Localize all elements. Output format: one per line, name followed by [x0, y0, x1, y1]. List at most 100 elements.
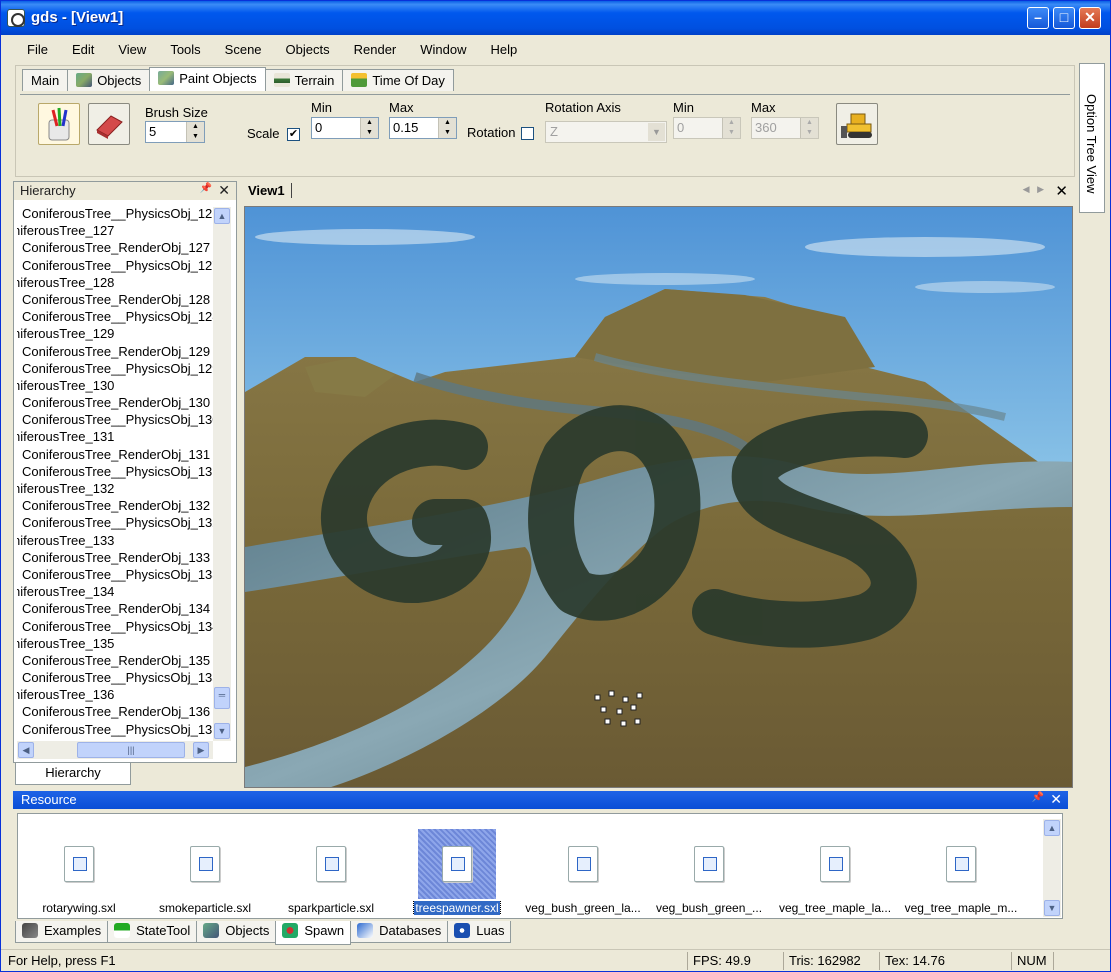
tree-item[interactable]: ConiferousTree_RenderObj_128 — [17, 291, 231, 308]
resource-file[interactable]: treespawner.sxl — [398, 826, 516, 918]
rotation-axis-select[interactable]: Z ▼ — [545, 121, 667, 143]
bottom-tab-luas[interactable]: Luas — [447, 921, 512, 943]
bottom-tab-spawn[interactable]: Spawn — [275, 921, 352, 945]
tree-item[interactable]: ConiferousTree__PhysicsObj_127 — [17, 257, 231, 274]
hierarchy-tree[interactable]: ConiferousTree__PhysicsObj_126 niferousTr… — [17, 205, 231, 741]
scroll-up-icon[interactable]: ▲ — [214, 208, 230, 224]
title-bar[interactable]: gds - [View1] – □ ✕ — [1, 1, 1110, 35]
tab-terrain[interactable]: Terrain — [264, 69, 344, 91]
tree-item[interactable]: niferousTree_130 — [17, 377, 231, 394]
scale-min-spinner[interactable]: 0 ▲ ▼ — [311, 117, 379, 139]
tree-item[interactable]: ConiferousTree_RenderObj_129 — [17, 343, 231, 360]
tree-item[interactable]: ConiferousTree_RenderObj_134 — [17, 600, 231, 617]
scroll-right-icon[interactable]: ▶ — [193, 742, 209, 758]
resource-file[interactable]: smokeparticle.sxl — [146, 826, 264, 918]
tab-time-of-day[interactable]: Time Of Day — [342, 69, 454, 91]
hierarchy-vscrollbar[interactable]: ▲ ═ ▼ — [213, 207, 231, 741]
scale-checkbox[interactable]: ✔ — [287, 128, 300, 141]
bottom-tab-examples[interactable]: Examples — [15, 921, 109, 943]
tree-item[interactable]: niferousTree_128 — [17, 274, 231, 291]
resource-file[interactable]: veg_tree_maple_la... — [776, 826, 894, 918]
scroll-thumb[interactable]: ═ — [214, 687, 230, 709]
scale-max-spinner[interactable]: 0.15 ▲ ▼ — [389, 117, 457, 139]
scale-max-updown[interactable]: ▲ ▼ — [438, 118, 456, 138]
tree-item[interactable]: ConiferousTree_RenderObj_132 — [17, 497, 231, 514]
menu-window[interactable]: Window — [404, 39, 474, 57]
menu-help[interactable]: Help — [475, 39, 526, 57]
tree-item[interactable]: niferousTree_135 — [17, 635, 231, 652]
menu-edit[interactable]: Edit — [56, 39, 102, 57]
hierarchy-hscrollbar[interactable]: ◀ ||| ▶ — [17, 741, 213, 759]
resource-vscrollbar[interactable]: ▲ ▼ — [1043, 819, 1061, 917]
menu-objects[interactable]: Objects — [270, 39, 338, 57]
scale-min-updown[interactable]: ▲ ▼ — [360, 118, 378, 138]
close-button[interactable]: ✕ — [1079, 7, 1101, 29]
tree-item[interactable]: niferousTree_136 — [17, 686, 231, 703]
option-tree-view-tab[interactable]: Option Tree View — [1079, 63, 1105, 213]
bottom-tab-statetool[interactable]: StateTool — [107, 921, 198, 943]
rotation-max-updown[interactable]: ▲ ▼ — [800, 118, 818, 138]
tab-objects[interactable]: Objects — [67, 69, 151, 91]
resource-file[interactable]: rotarywing.sxl — [20, 826, 138, 918]
resource-file[interactable]: sparkparticle.sxl — [272, 826, 390, 918]
tree-item[interactable]: ConiferousTree_RenderObj_135 — [17, 652, 231, 669]
tree-item[interactable]: ConiferousTree_RenderObj_136 — [17, 703, 231, 720]
rotation-min-spinner[interactable]: 0 ▲ ▼ — [673, 117, 741, 139]
tree-item[interactable]: niferousTree_134 — [17, 583, 231, 600]
tree-item[interactable]: ConiferousTree__PhysicsObj_135 — [17, 669, 231, 686]
menu-tools[interactable]: Tools — [154, 39, 208, 57]
tab-paint-objects[interactable]: Paint Objects — [149, 67, 266, 91]
tree-item[interactable]: ConiferousTree__PhysicsObj_130 — [17, 411, 231, 428]
resource-scroll-up-icon[interactable]: ▲ — [1044, 820, 1060, 836]
rotation-min-updown[interactable]: ▲ ▼ — [722, 118, 740, 138]
rotation-checkbox[interactable] — [521, 127, 534, 140]
maximize-button[interactable]: □ — [1053, 7, 1075, 29]
menu-view[interactable]: View — [102, 39, 154, 57]
menu-render[interactable]: Render — [338, 39, 405, 57]
minimize-button[interactable]: – — [1027, 7, 1049, 29]
chevron-down-icon[interactable]: ▼ — [648, 123, 665, 141]
view-close-icon[interactable]: ✕ — [1055, 182, 1068, 200]
tree-item[interactable]: ConiferousTree__PhysicsObj_126 — [17, 205, 231, 222]
tree-item[interactable]: ConiferousTree__PhysicsObj_133 — [17, 566, 231, 583]
tree-item[interactable]: ConiferousTree_RenderObj_130 — [17, 394, 231, 411]
tree-item[interactable]: ConiferousTree__PhysicsObj_131 — [17, 463, 231, 480]
tab-main[interactable]: Main — [22, 69, 69, 91]
menu-file[interactable]: File — [11, 39, 56, 57]
app-icon[interactable] — [7, 9, 25, 27]
tree-item[interactable]: ConiferousTree__PhysicsObj_128 — [17, 308, 231, 325]
view1-tab[interactable]: View1 — [248, 183, 292, 198]
hscroll-thumb[interactable]: ||| — [77, 742, 185, 758]
resource-pin-icon[interactable]: 📌 — [1032, 792, 1044, 803]
tree-item[interactable]: ConiferousTree_RenderObj_133 — [17, 549, 231, 566]
hierarchy-close-icon[interactable]: ✕ — [218, 182, 230, 199]
bottom-tab-databases[interactable]: Databases — [350, 921, 449, 943]
menu-scene[interactable]: Scene — [209, 39, 270, 57]
scroll-left-icon[interactable]: ◀ — [18, 742, 34, 758]
tree-item[interactable]: niferousTree_129 — [17, 325, 231, 342]
rotation-max-spinner[interactable]: 360 ▲ ▼ — [751, 117, 819, 139]
brush-size-updown[interactable]: ▲ ▼ — [186, 122, 204, 142]
bottom-tab-objects[interactable]: Objects — [196, 921, 277, 943]
brush-size-spinner[interactable]: 5 ▲ ▼ — [145, 121, 205, 143]
resource-file[interactable]: veg_tree_maple_m... — [902, 826, 1020, 918]
tree-item[interactable]: ConiferousTree__PhysicsObj_129 — [17, 360, 231, 377]
tree-item[interactable]: niferousTree_132 — [17, 480, 231, 497]
eraser-button[interactable] — [88, 103, 130, 145]
hierarchy-tab[interactable]: Hierarchy — [15, 763, 131, 785]
tree-item[interactable]: ConiferousTree_RenderObj_131 — [17, 446, 231, 463]
resource-file[interactable]: veg_bush_green_... — [650, 826, 768, 918]
view-nav-arrows-icon[interactable]: ◀ ▶ — [1023, 184, 1044, 195]
tree-item[interactable]: ConiferousTree__PhysicsObj_134 — [17, 618, 231, 635]
pin-icon[interactable]: 📌 — [200, 183, 212, 194]
tree-item[interactable]: niferousTree_127 — [17, 222, 231, 239]
tree-item[interactable]: ConiferousTree_RenderObj_127 — [17, 239, 231, 256]
tree-item[interactable]: niferousTree_133 — [17, 532, 231, 549]
tree-item[interactable]: ConiferousTree__PhysicsObj_136 — [17, 721, 231, 738]
scroll-down-icon[interactable]: ▼ — [214, 723, 230, 739]
bulldozer-button[interactable] — [836, 103, 878, 145]
paint-brush-button[interactable] — [38, 103, 80, 145]
resource-scroll-down-icon[interactable]: ▼ — [1044, 900, 1060, 916]
tree-item[interactable]: niferousTree_131 — [17, 428, 231, 445]
resource-close-icon[interactable]: ✕ — [1050, 791, 1062, 808]
